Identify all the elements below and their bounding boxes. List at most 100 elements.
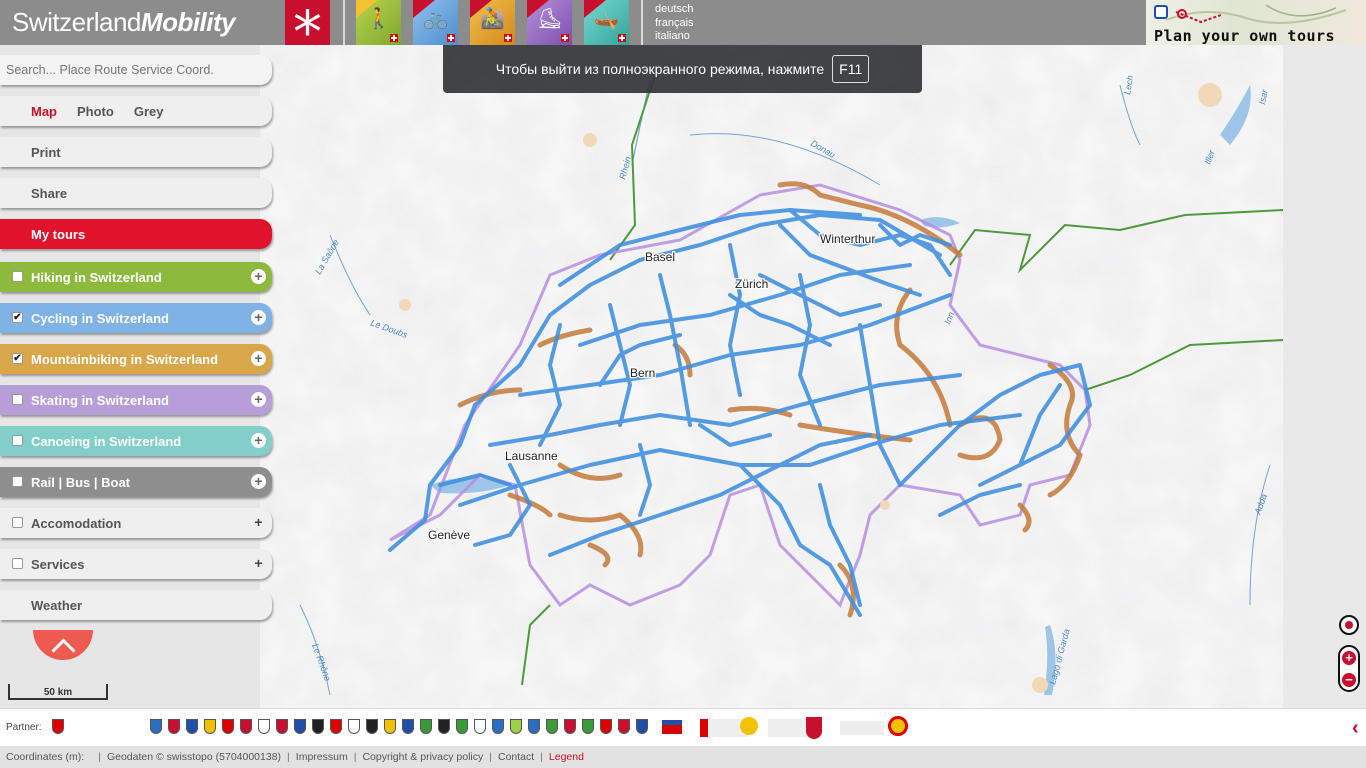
canton-crest-icon[interactable] xyxy=(222,719,234,734)
switzerland-tourism-flower-icon[interactable] xyxy=(888,716,908,736)
canton-crest-icon[interactable] xyxy=(330,719,342,734)
layer-cycling[interactable]: ✔ Cycling in Switzerland + xyxy=(0,303,272,333)
sidebar: Map Photo Grey Print Share My tours Hiki… xyxy=(0,45,280,630)
expand-plus-icon[interactable]: + xyxy=(251,269,266,284)
weather-button[interactable]: Weather xyxy=(0,590,272,620)
footer-separator: | xyxy=(98,751,101,763)
canton-crest-icon[interactable] xyxy=(474,719,486,734)
site-logo[interactable]: SwitzerlandMobility xyxy=(12,7,236,38)
canton-crest-icon[interactable] xyxy=(456,719,468,734)
mountainbiking-icon[interactable]: 🚵 xyxy=(470,0,515,45)
lang-deutsch[interactable]: deutsch xyxy=(655,3,694,17)
search-input[interactable] xyxy=(6,63,236,77)
canton-crest-icon[interactable] xyxy=(636,719,648,734)
layer-canoeing-checkbox[interactable] xyxy=(12,435,23,446)
layer-public-transport[interactable]: Rail | Bus | Boat + xyxy=(0,467,272,497)
lang-italiano[interactable]: italiano xyxy=(655,30,694,44)
canton-crest-icon[interactable] xyxy=(618,719,630,734)
canton-crest-icon[interactable] xyxy=(528,719,540,734)
expand-plus-icon[interactable]: + xyxy=(251,556,266,571)
lang-francais[interactable]: français xyxy=(655,17,694,31)
expand-plus-icon[interactable]: + xyxy=(251,474,266,489)
layer-accommodation[interactable]: Accomodation + xyxy=(0,508,272,538)
search-box[interactable] xyxy=(0,55,272,85)
canton-crest-icon[interactable] xyxy=(402,719,414,734)
collapse-sidebar-chevron-up-icon[interactable] xyxy=(33,630,93,660)
my-tours-label: My tours xyxy=(31,226,86,242)
cycling-icon[interactable]: 🚲 xyxy=(413,0,458,45)
skating-icon[interactable]: ⛸ xyxy=(527,0,572,45)
print-button[interactable]: Print xyxy=(0,137,272,167)
canton-crest-icon[interactable] xyxy=(492,719,504,734)
layer-cycling-checkbox[interactable]: ✔ xyxy=(12,312,23,323)
locate-me-icon[interactable] xyxy=(1339,615,1359,635)
legend-link[interactable]: Legend xyxy=(549,751,584,763)
canton-crest-icon[interactable] xyxy=(240,719,252,734)
contact-link[interactable]: Contact xyxy=(498,751,534,763)
canton-crest-icon[interactable] xyxy=(276,719,288,734)
copyright-link[interactable]: Copyright & privacy policy xyxy=(362,751,483,763)
canton-crest-icon[interactable] xyxy=(420,719,432,734)
swiss-alpine-club-logo[interactable] xyxy=(806,717,822,739)
partners-collapse-chevron-left-icon[interactable]: ‹ xyxy=(1352,717,1359,740)
switzerland-tourism-logo[interactable] xyxy=(840,721,884,735)
canton-crest-icon[interactable] xyxy=(258,719,270,734)
map-type-grey[interactable]: Grey xyxy=(134,104,164,119)
language-switcher: deutsch français italiano xyxy=(655,3,694,44)
expand-plus-icon[interactable]: + xyxy=(251,310,266,325)
expand-plus-icon[interactable]: + xyxy=(251,433,266,448)
canton-crest-icon[interactable] xyxy=(186,719,198,734)
canton-crest-icon[interactable] xyxy=(312,719,324,734)
canton-crest-icon[interactable] xyxy=(582,719,594,734)
canton-crest-icon[interactable] xyxy=(348,719,360,734)
zoom-in-icon[interactable]: + xyxy=(1342,651,1356,665)
layer-hiking[interactable]: Hiking in Switzerland + xyxy=(0,262,272,292)
coordinates-readout: Coordinates (m): xyxy=(6,751,85,763)
layer-services-checkbox[interactable] xyxy=(12,558,23,569)
expand-plus-icon[interactable]: + xyxy=(251,351,266,366)
canton-crest-icon[interactable] xyxy=(366,719,378,734)
impressum-link[interactable]: Impressum xyxy=(296,751,348,763)
toast-message: Чтобы выйти из полноэкранного режима, на… xyxy=(495,61,825,77)
zoom-out-icon[interactable]: − xyxy=(1342,673,1356,687)
my-tours-button[interactable]: My tours xyxy=(0,219,272,249)
layer-accommodation-checkbox[interactable] xyxy=(12,517,23,528)
canton-crest-icon[interactable] xyxy=(204,719,216,734)
map-label-zurich: Zürich xyxy=(735,277,768,291)
map-type-photo[interactable]: Photo xyxy=(77,104,114,119)
layer-hiking-checkbox[interactable] xyxy=(12,271,23,282)
partner-bar: Partner: ‹ xyxy=(0,708,1366,746)
swiss-cross-icon[interactable]: * xyxy=(285,0,330,64)
canton-crest-icon[interactable] xyxy=(546,719,558,734)
expand-plus-icon[interactable]: + xyxy=(251,392,266,407)
expand-plus-icon[interactable]: + xyxy=(251,515,266,530)
canton-crest-icon[interactable] xyxy=(168,719,180,734)
layer-cycling-label: Cycling in Switzerland xyxy=(31,310,169,326)
liechtenstein-flag-icon[interactable] xyxy=(662,720,682,734)
map-canvas[interactable]: Basel Zürich Winterthur Bern Lausanne Ge… xyxy=(260,45,1283,708)
plan-tours-banner[interactable]: Plan your own tours xyxy=(1146,0,1366,45)
layer-skating-checkbox[interactable] xyxy=(12,394,23,405)
layer-public-transport-checkbox[interactable] xyxy=(12,476,23,487)
canton-crest-icon[interactable] xyxy=(510,719,522,734)
wanderwege-logo[interactable] xyxy=(740,717,758,735)
canton-crest-icon[interactable] xyxy=(438,719,450,734)
hiking-icon[interactable]: 🚶 xyxy=(356,0,401,45)
layer-services[interactable]: Services + xyxy=(0,549,272,579)
layer-canoeing[interactable]: Canoeing in Switzerland + xyxy=(0,426,272,456)
map-type-map[interactable]: Map xyxy=(31,104,57,119)
canton-crest-icon[interactable] xyxy=(384,719,396,734)
trail-association-logo[interactable] xyxy=(768,719,808,737)
canton-crest-icon[interactable] xyxy=(600,719,612,734)
canton-crest-icon[interactable] xyxy=(294,719,306,734)
canoeing-icon[interactable]: 🛶 xyxy=(584,0,629,45)
layer-mountainbiking-label: Mountainbiking in Switzerland xyxy=(31,351,219,367)
layer-skating[interactable]: Skating in Switzerland + xyxy=(0,385,272,415)
layer-mountainbiking[interactable]: ✔ Mountainbiking in Switzerland + xyxy=(0,344,272,374)
layer-mountainbiking-checkbox[interactable]: ✔ xyxy=(12,353,23,364)
canton-crest-icon[interactable] xyxy=(564,719,576,734)
confederation-crest-icon[interactable] xyxy=(52,719,64,734)
canton-crest-icon[interactable] xyxy=(150,719,162,734)
footer-bar: Coordinates (m): | Geodaten © swisstopo … xyxy=(0,746,1366,768)
share-button[interactable]: Share xyxy=(0,178,272,208)
